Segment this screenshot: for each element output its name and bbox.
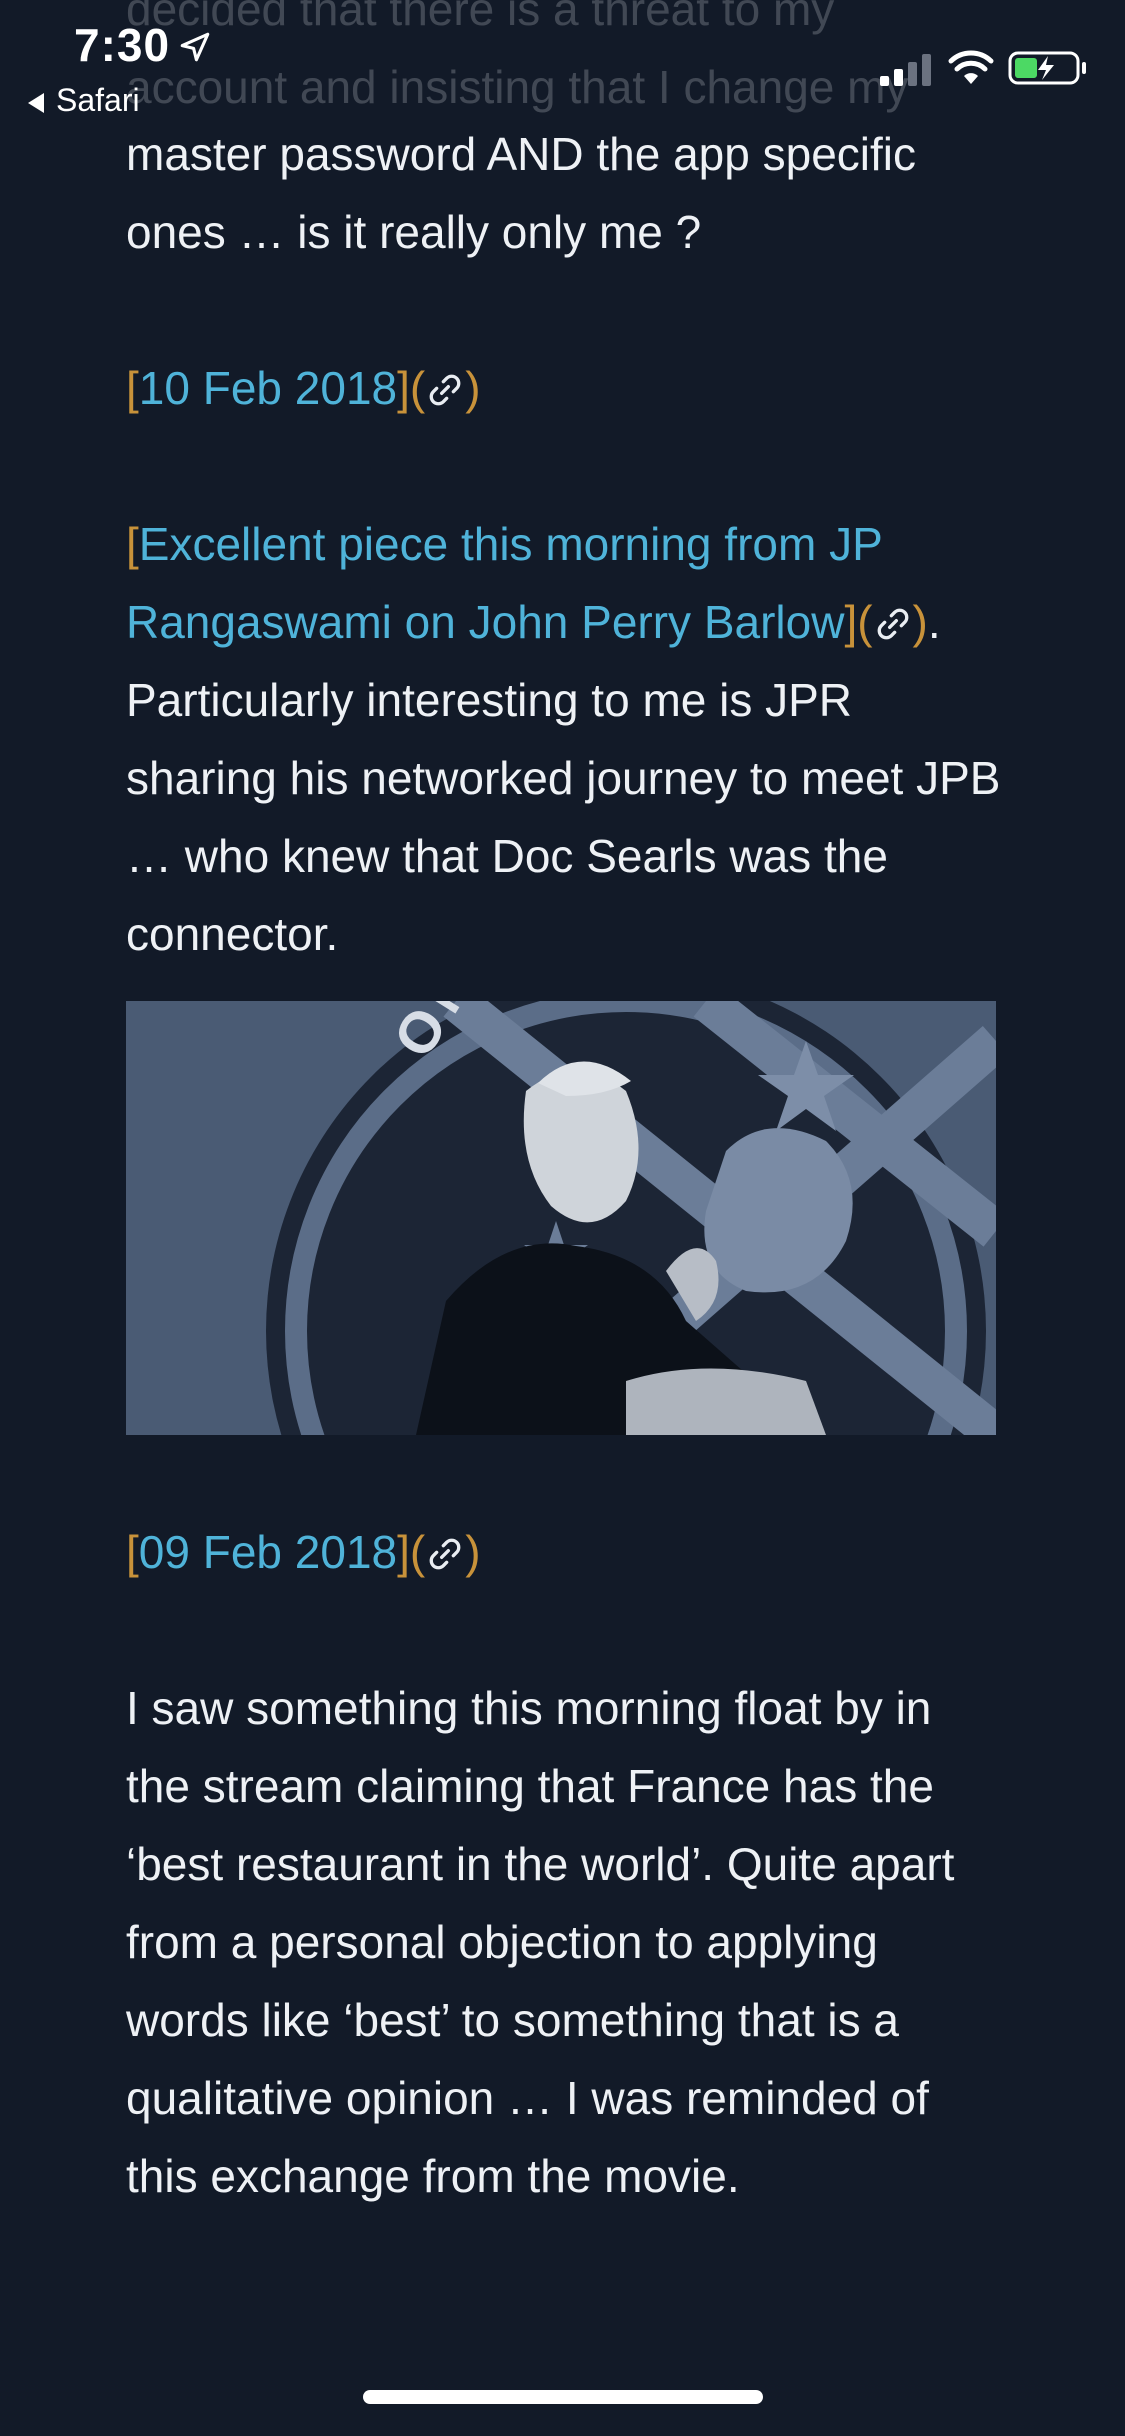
external-link-icon[interactable] [873, 604, 913, 644]
cellular-signal-icon [880, 54, 931, 86]
battery-charging-icon [1008, 51, 1086, 85]
post-date-link[interactable]: 09 Feb 2018 [139, 1526, 397, 1578]
wifi-icon [948, 50, 994, 84]
post-body: [Excellent piece this morning from JP Ra… [126, 518, 1001, 960]
permalink-icon[interactable] [425, 1534, 465, 1574]
post-image-illustration [126, 1001, 996, 1435]
status-time: 7:30 [74, 19, 171, 71]
article-link[interactable]: Excellent piece this morning from JP Ran… [126, 518, 882, 648]
post-continued-text: master password AND the app specific one… [126, 128, 917, 258]
back-triangle-icon [28, 92, 44, 113]
back-app-label: Safari [56, 82, 140, 118]
location-arrow-icon [180, 32, 210, 62]
post-image: ONIC [126, 1001, 996, 1435]
post-date-line: [09 Feb 2018]() [126, 1526, 481, 1578]
permalink-icon[interactable] [425, 370, 465, 410]
status-bar: 7:30 Safari [0, 0, 1125, 130]
post-body-text: I saw something this morning float by in… [126, 1682, 955, 2202]
back-to-safari-button[interactable]: Safari [28, 82, 140, 119]
post-body-text: Particularly interesting to me is JPR sh… [126, 674, 1001, 960]
post-date-link[interactable]: 10 Feb 2018 [139, 362, 397, 414]
post-date-line: [10 Feb 2018]() [126, 362, 481, 414]
blog-content: master password AND the app specific one… [126, 115, 1006, 2215]
home-indicator[interactable] [363, 2390, 763, 2404]
